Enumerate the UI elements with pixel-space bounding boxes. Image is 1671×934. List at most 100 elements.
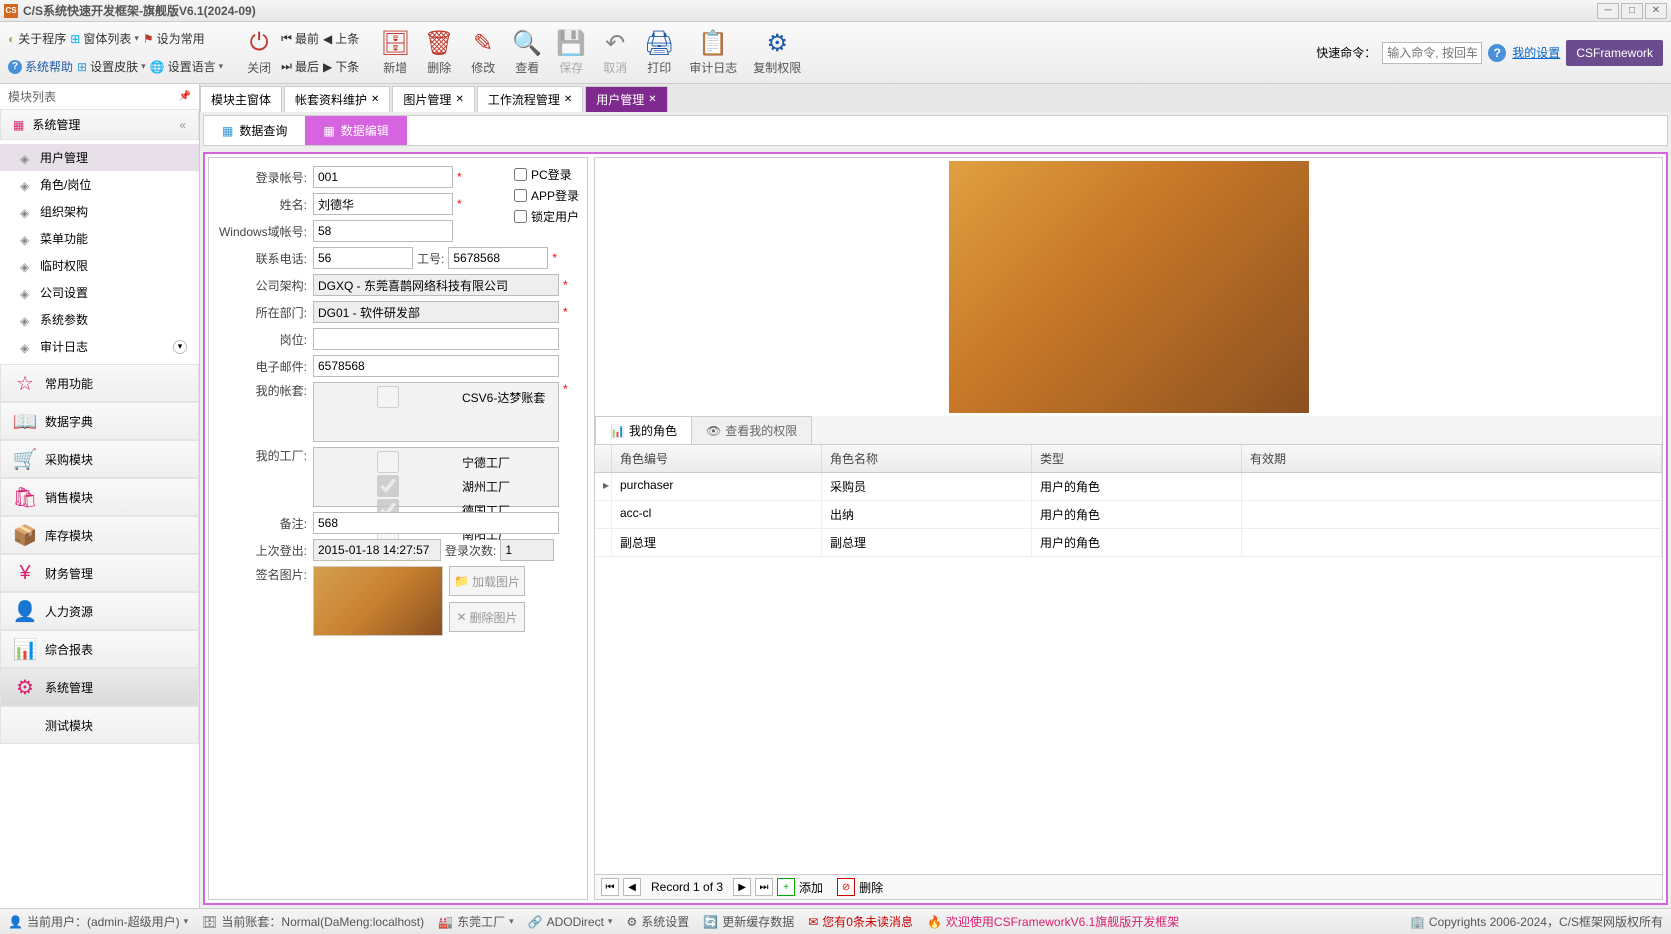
sidebar-cat[interactable]: 📖数据字典 — [0, 402, 199, 440]
next-button[interactable]: ▶下条 — [323, 58, 359, 75]
quick-cmd-input[interactable] — [1382, 42, 1482, 64]
sidebar-item[interactable]: ◈角色/岗位 — [0, 171, 199, 198]
del-image-button[interactable]: ✕ 删除图片 — [449, 602, 525, 632]
chk-lock[interactable]: 锁定用户 — [514, 208, 579, 225]
remark-input[interactable] — [313, 512, 559, 534]
sidebar-cat[interactable]: 📦库存模块 — [0, 516, 199, 554]
sidebar-item[interactable]: ◈菜单功能 — [0, 225, 199, 252]
post-select[interactable] — [313, 328, 559, 350]
roletab-view[interactable]: 👁 查看我的权限 — [691, 416, 812, 444]
nav-next[interactable]: ▶ — [733, 878, 751, 896]
sidebar-item[interactable]: ◈公司设置 — [0, 279, 199, 306]
nav-del[interactable]: ⊘ — [837, 878, 855, 896]
nav-prev[interactable]: ◀ — [623, 878, 641, 896]
prev-button[interactable]: ◀上条 — [323, 30, 359, 47]
login-input[interactable] — [313, 166, 453, 188]
phone-input[interactable] — [313, 247, 413, 269]
sidebar-cat[interactable]: 测试模块 — [0, 706, 199, 744]
tab[interactable]: 工作流程管理✕ — [477, 86, 583, 112]
status-user[interactable]: 👤 当前用户：(admin-超级用户)▾ — [8, 913, 188, 930]
add-button[interactable]: 🗄新增 — [381, 29, 409, 76]
sidebar-cat[interactable]: 🛒采购模块 — [0, 440, 199, 478]
chk-pc[interactable]: PC登录 — [514, 166, 579, 183]
last-button[interactable]: ⏭最后 — [281, 58, 319, 75]
sidebar-item[interactable]: ◈组织架构 — [0, 198, 199, 225]
close-icon[interactable]: ✕ — [371, 94, 379, 105]
my-settings-link[interactable]: 我的设置 — [1512, 44, 1560, 61]
grid-col-name[interactable]: 角色名称 — [822, 445, 1032, 472]
first-button[interactable]: ⏮最前 — [281, 30, 319, 47]
status-msg[interactable]: ✉ 您有0条未读消息 — [808, 913, 913, 930]
logincount-input — [500, 539, 554, 561]
sidebar-item[interactable]: ◈审计日志▾ — [0, 333, 199, 360]
grid-col-expire[interactable]: 有效期 — [1242, 445, 1662, 472]
about-button[interactable]: ◐关于程序 — [8, 30, 66, 47]
table-row[interactable]: 副总理副总理用户的角色 — [595, 529, 1662, 557]
copyperm-button[interactable]: ⚙复制权限 — [753, 29, 801, 76]
factory-list[interactable]: 宁德工厂湖州工厂德国工厂南阳工厂 — [313, 447, 559, 507]
tab[interactable]: 模块主窗体 — [200, 86, 282, 112]
roletab-my[interactable]: 📊 我的角色 — [595, 416, 692, 444]
syshelp-button[interactable]: ?系统帮助 — [8, 58, 73, 75]
minimize-button[interactable]: ─ — [1597, 3, 1619, 19]
setlang-button[interactable]: 🌐设置语言▾ — [150, 58, 224, 75]
nav-first[interactable]: ⏮ — [601, 878, 619, 896]
email-input[interactable] — [313, 355, 559, 377]
sidebar-item[interactable]: ◈临时权限 — [0, 252, 199, 279]
close-icon[interactable]: ✕ — [648, 94, 656, 105]
nav-last[interactable]: ⏭ — [755, 878, 773, 896]
cancel-button[interactable]: ↶取消 — [601, 29, 629, 76]
empno-input[interactable] — [448, 247, 548, 269]
sidebar-cat[interactable]: ⚙系统管理 — [0, 668, 199, 706]
close-button[interactable]: ✕ — [1645, 3, 1667, 19]
close-icon[interactable]: ✕ — [455, 94, 463, 105]
windomain-input[interactable] — [313, 220, 453, 242]
delete-button[interactable]: 🗑删除 — [425, 29, 453, 76]
setskin-button[interactable]: ⊞设置皮肤▾ — [77, 58, 146, 75]
table-row[interactable]: ▸purchaser采购员用户的角色 — [595, 473, 1662, 501]
tab[interactable]: 图片管理✕ — [392, 86, 474, 112]
dept-select[interactable] — [313, 301, 559, 323]
chk-app[interactable]: APP登录 — [514, 187, 579, 204]
view-button[interactable]: 🔍查看 — [513, 29, 541, 76]
grid-col-code[interactable]: 角色编号 — [612, 445, 822, 472]
nav-record: Record 1 of 3 — [651, 880, 723, 894]
sidebar-cat[interactable]: 🛍销售模块 — [0, 478, 199, 516]
table-row[interactable]: acc-cl出纳用户的角色 — [595, 501, 1662, 529]
audit-button[interactable]: 📋审计日志 — [689, 29, 737, 76]
name-input[interactable] — [313, 193, 453, 215]
subtab-query[interactable]: ▦数据查询 — [204, 116, 305, 145]
quick-cmd-label: 快速命令： — [1316, 44, 1376, 61]
load-image-button[interactable]: 📁 加载图片 — [449, 566, 525, 596]
sidebar-item[interactable]: ◈用户管理 — [0, 144, 199, 171]
close-tab-button[interactable]: ⏻关闭 — [245, 29, 273, 76]
tab[interactable]: 用户管理✕ — [585, 86, 667, 112]
modify-button[interactable]: ✎修改 — [469, 29, 497, 76]
save-button[interactable]: 💾保存 — [557, 29, 585, 76]
book-list[interactable]: CSV6-达梦账套 — [313, 382, 559, 442]
sidebar-cat[interactable]: ☆常用功能 — [0, 364, 199, 402]
status-sysset[interactable]: ⚙ 系统设置 — [626, 913, 689, 930]
subtab-edit[interactable]: ▦数据编辑 — [305, 116, 406, 145]
pin-icon[interactable]: 📌 — [179, 91, 191, 102]
close-icon[interactable]: ✕ — [564, 94, 572, 105]
sidebar-cat-sysmgt-top[interactable]: ▦系统管理« — [0, 109, 199, 140]
window-list-button[interactable]: ⊞窗体列表▾ — [70, 30, 139, 47]
sidebar-cat[interactable]: 👤人力资源 — [0, 592, 199, 630]
status-refresh[interactable]: 🔄 更新缓存数据 — [703, 913, 794, 930]
status-ado[interactable]: 🔗 ADODirect▾ — [528, 915, 613, 929]
print-button[interactable]: 🖨打印 — [645, 29, 673, 76]
grid-col-type[interactable]: 类型 — [1032, 445, 1242, 472]
nav-add[interactable]: + — [777, 878, 795, 896]
status-factory[interactable]: 🏭 东莞工厂▾ — [438, 913, 514, 930]
company-select[interactable] — [313, 274, 559, 296]
sidebar-cat[interactable]: 📊综合报表 — [0, 630, 199, 668]
set-common-button[interactable]: ⚑设为常用 — [143, 30, 205, 47]
tab[interactable]: 帐套资料维护✕ — [284, 86, 390, 112]
lastlogin-input — [313, 539, 441, 561]
help-icon[interactable]: ? — [1488, 44, 1506, 62]
maximize-button[interactable]: □ — [1621, 3, 1643, 19]
brand-button[interactable]: CSFramework — [1566, 40, 1663, 66]
sidebar-item[interactable]: ◈系统参数 — [0, 306, 199, 333]
sidebar-cat[interactable]: ¥财务管理 — [0, 554, 199, 592]
